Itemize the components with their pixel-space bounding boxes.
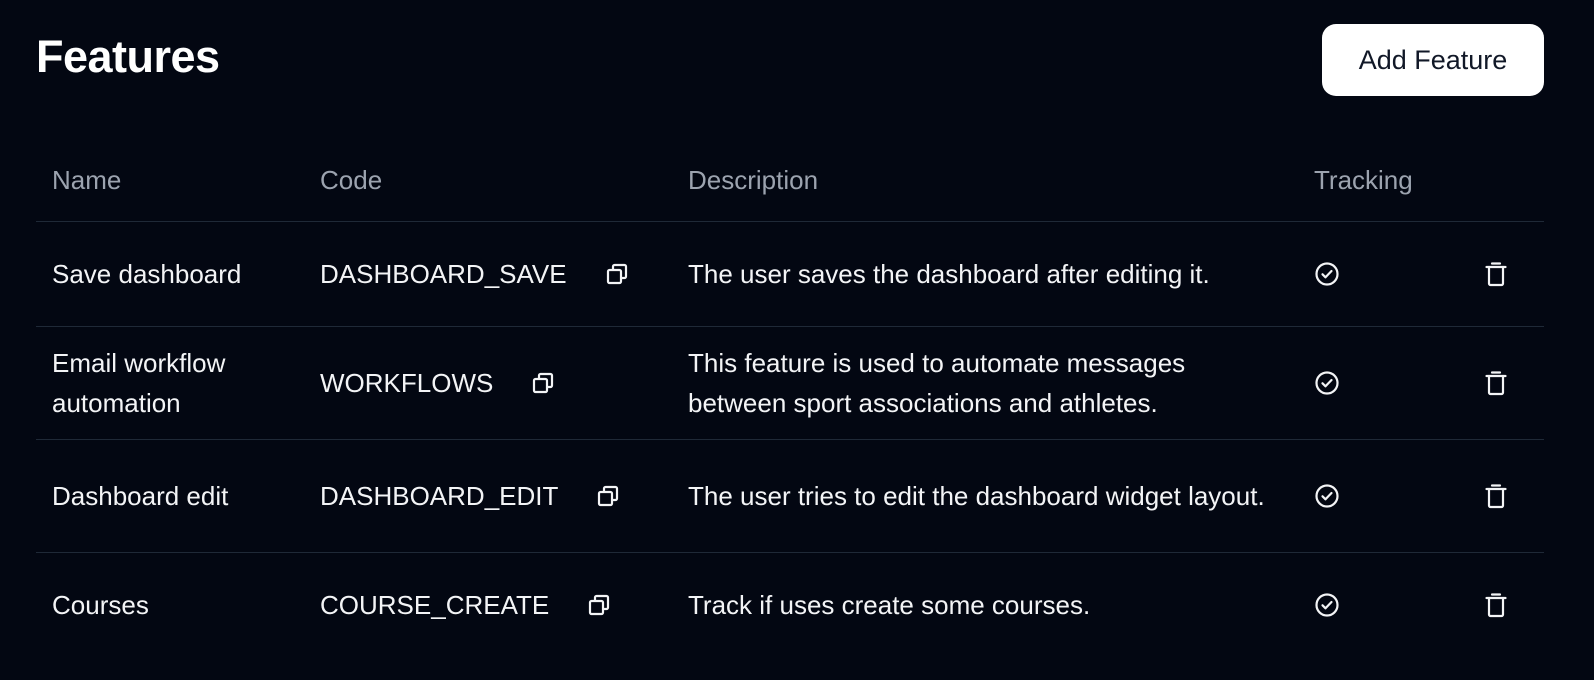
table-row: Courses COURSE_CREATE Track if uses crea… [36, 553, 1544, 657]
check-circle-icon [1314, 592, 1340, 618]
features-table: Name Code Description Tracking Save dash… [36, 140, 1544, 657]
copy-icon[interactable] [531, 371, 555, 395]
feature-code-text: WORKFLOWS [320, 368, 494, 398]
trash-icon[interactable] [1484, 370, 1508, 396]
column-header-code[interactable]: Code [320, 165, 688, 196]
table-row: Dashboard edit DASHBOARD_EDIT The user t… [36, 440, 1544, 553]
feature-code-text: DASHBOARD_EDIT [320, 481, 559, 511]
feature-code: DASHBOARD_EDIT [320, 476, 688, 516]
column-header-description[interactable]: Description [688, 165, 1314, 196]
feature-code-text: COURSE_CREATE [320, 590, 550, 620]
copy-icon[interactable] [596, 484, 620, 508]
check-circle-icon [1314, 261, 1340, 287]
feature-name: Email workflow automation [52, 348, 226, 418]
row-actions [1466, 370, 1526, 396]
row-actions [1466, 261, 1526, 287]
table-row: Email workflow automation WORKFLOWS This… [36, 327, 1544, 440]
tracking-status [1314, 592, 1466, 618]
page-title: Features [36, 31, 220, 82]
feature-name: Courses [52, 590, 149, 620]
feature-code: COURSE_CREATE [320, 585, 688, 625]
feature-description: The user saves the dashboard after editi… [688, 259, 1210, 289]
feature-code: DASHBOARD_SAVE [320, 254, 688, 294]
trash-icon[interactable] [1484, 261, 1508, 287]
tracking-status [1314, 261, 1466, 287]
feature-name: Dashboard edit [52, 481, 229, 511]
add-feature-button[interactable]: Add Feature [1322, 24, 1544, 96]
tracking-status [1314, 483, 1466, 509]
row-actions [1466, 483, 1526, 509]
trash-icon[interactable] [1484, 483, 1508, 509]
tracking-status [1314, 370, 1466, 396]
table-header: Name Code Description Tracking [36, 140, 1544, 222]
feature-code: WORKFLOWS [320, 363, 688, 403]
feature-name: Save dashboard [52, 259, 242, 289]
copy-icon[interactable] [587, 593, 611, 617]
trash-icon[interactable] [1484, 592, 1508, 618]
check-circle-icon [1314, 483, 1340, 509]
row-actions [1466, 592, 1526, 618]
feature-description: This feature is used to automate message… [688, 348, 1186, 418]
table-row: Save dashboard DASHBOARD_SAVE The user s… [36, 222, 1544, 327]
feature-description: The user tries to edit the dashboard wid… [688, 481, 1265, 511]
features-page: Features Add Feature Name Code Descripti… [0, 0, 1594, 680]
column-header-tracking[interactable]: Tracking [1314, 165, 1466, 196]
feature-code-text: DASHBOARD_SAVE [320, 259, 567, 289]
check-circle-icon [1314, 370, 1340, 396]
page-header: Features Add Feature [36, 24, 1544, 96]
feature-description: Track if uses create some courses. [688, 590, 1091, 620]
column-header-name[interactable]: Name [52, 165, 320, 196]
copy-icon[interactable] [605, 262, 629, 286]
